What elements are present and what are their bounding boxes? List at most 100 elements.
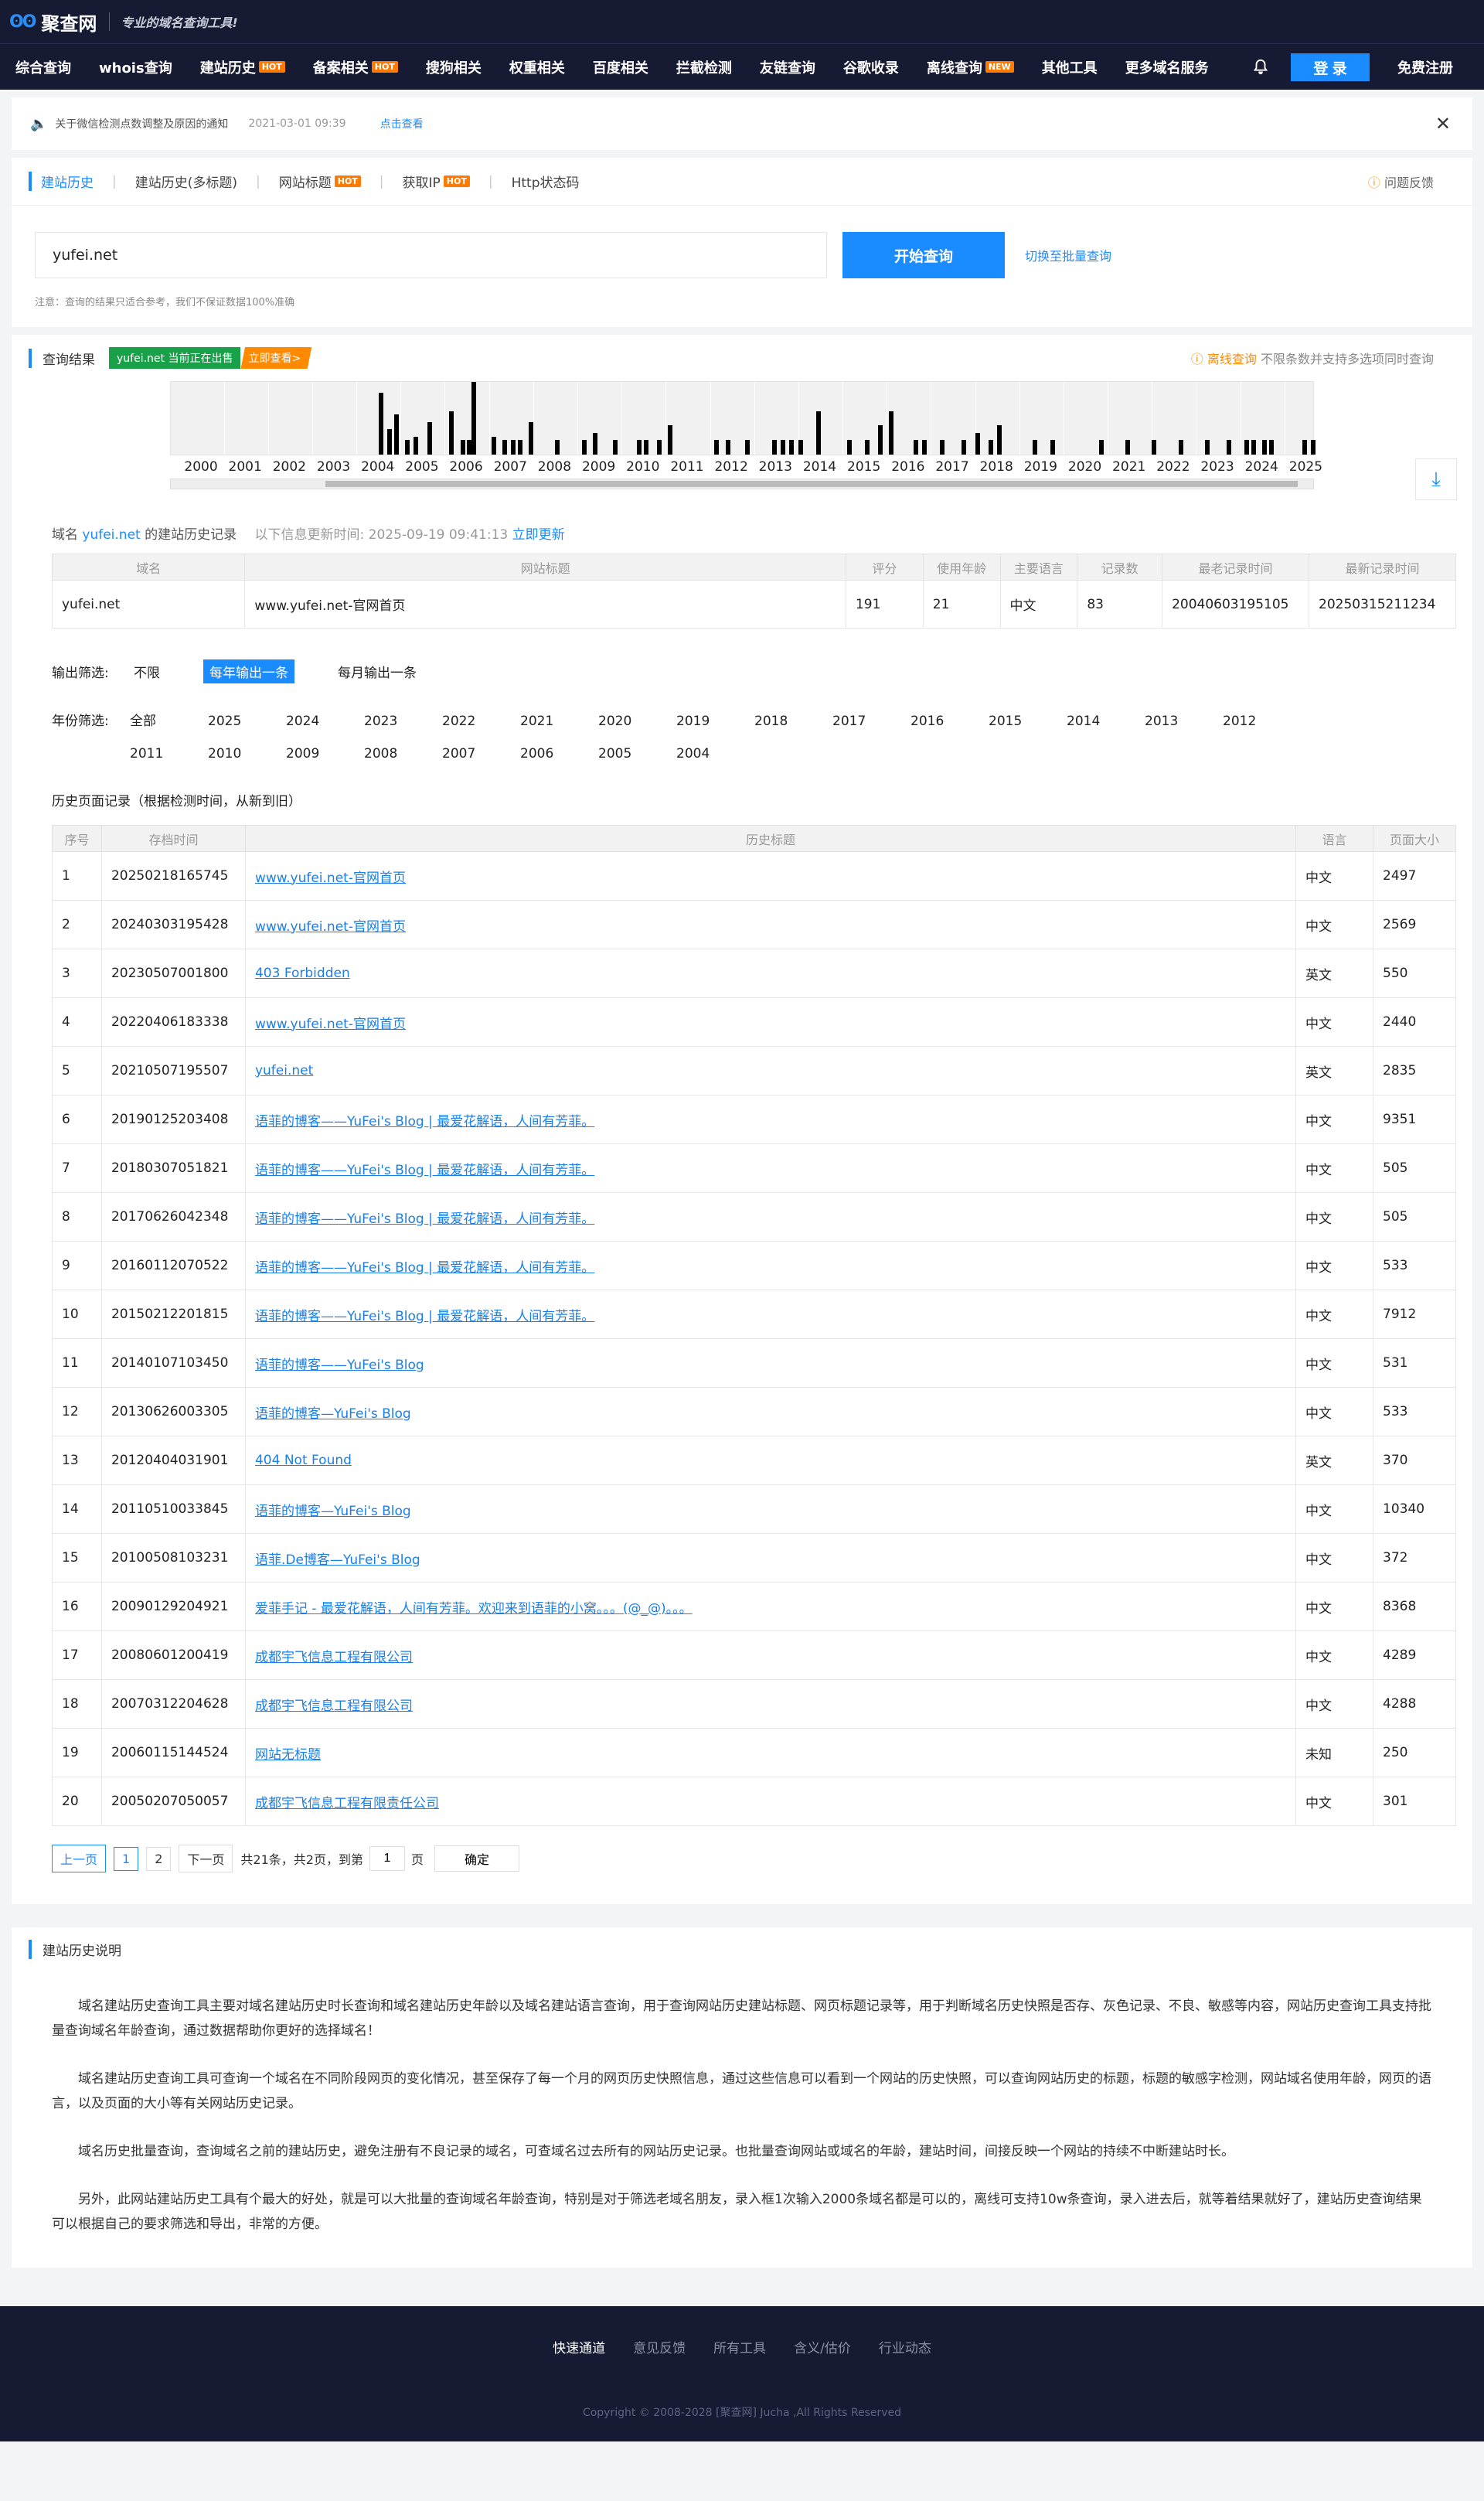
output-filter-option[interactable]: 每月输出一条	[338, 662, 417, 681]
next-page-button[interactable]: 下一页	[179, 1845, 233, 1872]
bell-icon[interactable]	[1252, 58, 1269, 77]
timeline-bar[interactable]	[502, 440, 507, 455]
year-filter-option[interactable]: 2015	[989, 705, 1067, 738]
timeline-bar[interactable]	[460, 440, 465, 455]
history-title-link[interactable]: 网站无标题	[255, 1747, 321, 1763]
year-filter-option[interactable]: 2022	[442, 705, 520, 738]
history-title-link[interactable]: 爱菲手记 - 最爱花解语，人间有芳菲。欢迎来到语菲的小窝。。。(@_@)。。。	[255, 1601, 693, 1617]
history-title-link[interactable]: 语菲的博客——YuFei's Blog | 最爱花解语，人间有芳菲。	[255, 1211, 594, 1227]
history-title-link[interactable]: 语菲的博客——YuFei's Blog | 最爱花解语，人间有芳菲。	[255, 1309, 594, 1324]
history-title-link[interactable]: 语菲的博客——YuFei's Blog | 最爱花解语，人间有芳菲。	[255, 1114, 594, 1130]
page-jump-confirm-button[interactable]: 确定	[434, 1845, 519, 1872]
page-jump-input[interactable]	[369, 1846, 405, 1871]
page-number-button[interactable]: 1	[114, 1846, 139, 1871]
download-icon[interactable]: ⤓	[1415, 458, 1457, 500]
year-filter-option[interactable]: 2024	[286, 705, 364, 738]
nav-item-1[interactable]: whois查询	[99, 57, 172, 77]
timeline-bar[interactable]	[889, 411, 894, 455]
year-filter-option[interactable]: 2011	[130, 738, 208, 770]
year-filter-option[interactable]: 全部	[130, 705, 208, 738]
footer-link[interactable]: 意见反馈	[633, 2337, 686, 2356]
year-filter-option[interactable]: 2023	[364, 705, 442, 738]
timeline-bar[interactable]	[877, 425, 883, 455]
timeline-scrollbar[interactable]	[170, 479, 1314, 489]
history-title-link[interactable]: 语菲的博客——YuFei's Blog | 最爱花解语，人间有芳菲。	[255, 1260, 594, 1276]
timeline-bar[interactable]	[939, 440, 945, 455]
nav-item-8[interactable]: 友链查询	[760, 57, 815, 77]
year-filter-option[interactable]: 2020	[598, 705, 676, 738]
history-title-link[interactable]: 成都宇飞信息工程有限公司	[255, 1650, 413, 1665]
year-filter-option[interactable]: 2016	[910, 705, 989, 738]
timeline-bar[interactable]	[975, 432, 980, 455]
offline-query-link[interactable]: 离线查询	[1207, 352, 1257, 366]
tab-2[interactable]: 网站标题 HOT	[279, 172, 361, 191]
timeline-bar[interactable]	[529, 421, 534, 455]
timeline-bar[interactable]	[725, 440, 730, 455]
logo[interactable]: ʘʘ 聚查网 专业的域名查询工具!	[9, 9, 238, 36]
login-button[interactable]: 登 录	[1291, 53, 1370, 81]
start-query-button[interactable]: 开始查询	[842, 232, 1005, 278]
tab-1[interactable]: 建站历史(多标题)	[135, 172, 237, 191]
nav-item-7[interactable]: 拦截检测	[676, 57, 732, 77]
timeline-bar[interactable]	[581, 440, 587, 455]
year-filter-option[interactable]: 2025	[208, 705, 286, 738]
timeline-bar[interactable]	[393, 414, 399, 455]
nav-item-5[interactable]: 权重相关	[509, 57, 565, 77]
domain-sale-badge[interactable]: yufei.net 当前正在出售 立即查看>	[109, 347, 312, 369]
timeline-bar[interactable]	[612, 440, 618, 455]
timeline-bar[interactable]	[1251, 440, 1256, 455]
timeline-bar[interactable]	[1098, 440, 1104, 455]
timeline-bar[interactable]	[1178, 440, 1183, 455]
timeline-bar[interactable]	[1227, 440, 1232, 455]
notice-view-link[interactable]: 点击查看	[380, 116, 424, 131]
nav-item-2[interactable]: 建站历史 HOT	[200, 57, 285, 77]
timeline-bar[interactable]	[643, 440, 648, 455]
footer-link[interactable]: 所有工具	[713, 2337, 766, 2356]
nav-item-11[interactable]: 其他工具	[1042, 57, 1098, 77]
timeline-bar[interactable]	[1032, 440, 1037, 455]
refresh-link[interactable]: 立即更新	[512, 527, 565, 543]
output-filter-option[interactable]: 每年输出一条	[203, 659, 294, 683]
timeline-bar[interactable]	[789, 440, 795, 455]
timeline-bar[interactable]	[1204, 440, 1210, 455]
timeline-bar[interactable]	[745, 440, 751, 455]
nav-item-3[interactable]: 备案相关 HOT	[313, 57, 398, 77]
history-title-link[interactable]: 语菲的博客—YuFei's Blog	[255, 1406, 411, 1422]
history-title-link[interactable]: 成都宇飞信息工程有限公司	[255, 1699, 413, 1714]
timeline-bar[interactable]	[864, 440, 870, 455]
timeline-bar[interactable]	[1125, 440, 1130, 455]
timeline-bar[interactable]	[668, 425, 673, 455]
timeline-bar[interactable]	[387, 429, 393, 455]
nav-item-4[interactable]: 搜狗相关	[426, 57, 482, 77]
history-title-link[interactable]: www.yufei.net-官网首页	[255, 919, 406, 935]
timeline-bar[interactable]	[1244, 440, 1250, 455]
timeline-bar[interactable]	[962, 440, 967, 455]
timeline-bar[interactable]	[781, 440, 786, 455]
nav-item-9[interactable]: 谷歌收录	[843, 57, 899, 77]
history-title-link[interactable]: www.yufei.net-官网首页	[255, 871, 406, 886]
history-title-link[interactable]: 语菲的博客——YuFei's Blog	[255, 1358, 424, 1373]
sale-view[interactable]: 立即查看>	[240, 347, 312, 369]
tab-0[interactable]: 建站历史	[29, 172, 94, 191]
year-filter-option[interactable]: 2018	[754, 705, 832, 738]
feedback-link[interactable]: ⓘ 问题反馈	[1368, 172, 1434, 191]
timeline-bar[interactable]	[555, 440, 560, 455]
year-filter-option[interactable]: 2012	[1223, 705, 1301, 738]
year-filter-option[interactable]: 2019	[676, 705, 754, 738]
footer-link[interactable]: 快速通道	[553, 2337, 605, 2356]
timeline-bar[interactable]	[815, 411, 821, 455]
history-title-link[interactable]: 成都宇飞信息工程有限责任公司	[255, 1796, 439, 1811]
offline-query-hint[interactable]: ⓘ 离线查询 不限条数并支持多选项同时查询	[1191, 349, 1434, 367]
nav-item-10[interactable]: 离线查询 NEW	[927, 57, 1014, 77]
timeline-bar[interactable]	[427, 421, 432, 455]
year-filter-option[interactable]: 2021	[520, 705, 598, 738]
timeline-bar[interactable]	[471, 382, 476, 455]
timeline-bar[interactable]	[593, 432, 598, 455]
history-title-link[interactable]: yufei.net	[255, 1063, 313, 1078]
year-filter-option[interactable]: 2004	[676, 738, 754, 770]
timeline-bar[interactable]	[997, 425, 1002, 455]
timeline-bar[interactable]	[1311, 440, 1316, 455]
timeline-scroll-thumb[interactable]	[325, 481, 1298, 487]
timeline-bar[interactable]	[517, 440, 522, 455]
nav-item-6[interactable]: 百度相关	[593, 57, 648, 77]
